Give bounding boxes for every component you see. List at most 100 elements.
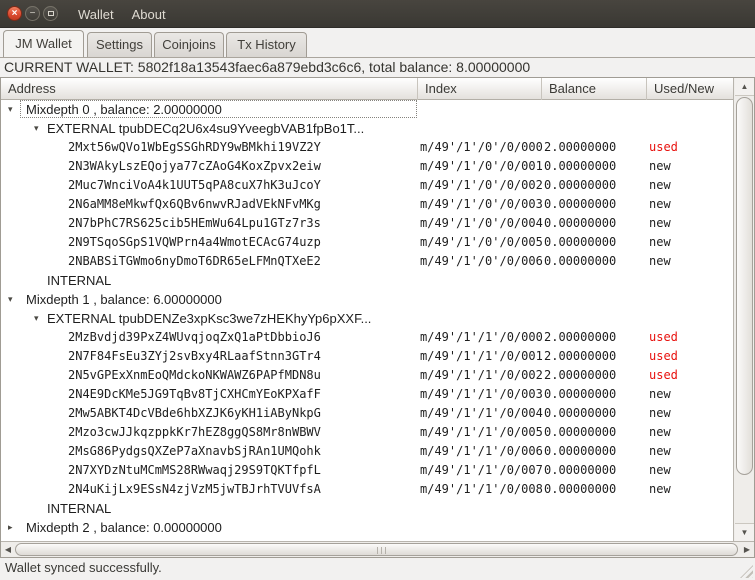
tree-row[interactable]: 2Muc7WnciVoA4k1UUT5qPA8cuX7hK3uJcoY m/49'…: [1, 176, 733, 195]
status-cell: used: [649, 140, 678, 154]
close-icon[interactable]: ×: [7, 6, 22, 21]
address-cell: 2N7bPhC7RS625cib5HEmWu64Lpu1GTz7r3s: [68, 216, 321, 230]
tree-body: ▾ Mixdepth 0 , balance: 2.00000000 ▾ EXTERN…: [1, 100, 733, 541]
index-cell: m/49'/1'/1'/0/004: [420, 406, 543, 420]
tree-row[interactable]: 2N3WAkyLszEQojya77cZAoG4KoxZpvx2eiw m/49'…: [1, 157, 733, 176]
status-cell: new: [649, 159, 671, 173]
tree-row[interactable]: INTERNAL: [1, 499, 733, 518]
vertical-scrollbar-thumb[interactable]: [736, 97, 753, 475]
address-cell: 2Mzo3cwJJkqzppkKr7hEZ8ggQS8Mr8nWBWV: [68, 425, 321, 439]
index-cell: m/49'/1'/1'/0/000: [420, 330, 543, 344]
index-cell: m/49'/1'/1'/0/006: [420, 444, 543, 458]
balance-cell: 2.00000000: [544, 330, 617, 344]
minimize-icon[interactable]: −: [25, 6, 40, 21]
tree-row[interactable]: INTERNAL: [1, 271, 733, 290]
address-cell: 2MzBvdjd39PxZ4WUvqjoqZxQ1aPtDbbioJ6: [68, 330, 321, 344]
address-cell: 2N6aMM8eMkwfQx6QBv6nwvRJadVEkNFvMKg: [68, 197, 321, 211]
tab-coinjoins[interactable]: Coinjoins: [154, 32, 224, 57]
status-cell: new: [649, 444, 671, 458]
address-cell: 2NBABSiTGWmo6nyDmoT6DR65eLFMnQTXeE2: [68, 254, 321, 268]
horizontal-scrollbar-thumb[interactable]: [15, 543, 738, 556]
tree-row[interactable]: 2Mzo3cwJJkqzppkKr7hEZ8ggQS8Mr8nWBWV m/49'…: [1, 423, 733, 442]
balance-cell: 0.00000000: [544, 178, 617, 192]
close-glyph: ×: [11, 7, 18, 19]
index-cell: m/49'/1'/1'/0/005: [420, 425, 543, 439]
status-cell: [649, 499, 733, 518]
column-header-used-new[interactable]: Used/New: [647, 78, 734, 100]
tree-row[interactable]: 2N7F84FsEu3ZYj2svBxy4RLaafStnn3GTr4 m/49'…: [1, 347, 733, 366]
balance-cell: [544, 518, 647, 537]
menu-wallet[interactable]: Wallet: [78, 7, 114, 22]
tree-row[interactable]: ▾ Mixdepth 1 , balance: 6.00000000: [1, 290, 733, 309]
balance-cell: 0.00000000: [544, 425, 617, 439]
index-cell: m/49'/1'/1'/0/001: [420, 349, 543, 363]
minimize-glyph: −: [29, 7, 36, 19]
tree-row[interactable]: ▾ EXTERNAL tpubDECq2U6x4su9YveegbVAB1fpBo…: [1, 119, 733, 138]
tree-row[interactable]: 2N6aMM8eMkwfQx6QBv6nwvRJadVEkNFvMKg m/49'…: [1, 195, 733, 214]
maximize-icon[interactable]: [43, 6, 58, 21]
balance-cell: 2.00000000: [544, 140, 617, 154]
scroll-right-icon[interactable]: ▶: [740, 543, 754, 557]
index-cell: m/49'/1'/0'/0/005: [420, 235, 543, 249]
scroll-left-icon[interactable]: ◀: [1, 543, 15, 557]
address-cell: 2MsG86PydgsQXZeP7aXnavbSjRAn1UMQohk: [68, 444, 321, 458]
tree-row[interactable]: 2MzBvdjd39PxZ4WUvqjoqZxQ1aPtDbbioJ6 m/49'…: [1, 328, 733, 347]
index-cell: m/49'/1'/0'/0/001: [420, 159, 543, 173]
status-cell: new: [649, 235, 671, 249]
status-cell: [649, 518, 733, 537]
tab-jm-wallet[interactable]: JM Wallet: [3, 30, 84, 57]
tree-row[interactable]: ▾ EXTERNAL tpubDENZe3xpKsc3we7zHEKhyYp6pX…: [1, 309, 733, 328]
balance-cell: [544, 499, 647, 518]
scrollbar-grip: [376, 547, 388, 554]
vertical-scrollbar[interactable]: ▲ ▼: [733, 78, 754, 541]
tree-row[interactable]: ▸ Mixdepth 2 , balance: 0.00000000: [1, 518, 733, 537]
status-cell: [649, 290, 733, 309]
address-cell: EXTERNAL tpubDENZe3xpKsc3we7zHEKhyYp6pXX…: [47, 311, 372, 326]
balance-cell: 0.00000000: [544, 463, 617, 477]
resize-grip-icon[interactable]: [740, 565, 753, 578]
balance-cell: [544, 271, 647, 290]
status-cell: new: [649, 387, 671, 401]
column-header-balance[interactable]: Balance: [542, 78, 647, 100]
scroll-up-icon[interactable]: ▲: [735, 78, 754, 96]
address-cell: 2N7XYDzNtuMCmMS28RWwaqj29S9TQKTfpfL: [68, 463, 321, 477]
address-cell: 2Mxt56wQVo1WbEgSSGhRDY9wBMkhi19VZ2Y: [68, 140, 321, 154]
tree-row[interactable]: 2N9TSqoSGpS1VQWPrn4a4WmotECAcG74uzp m/49'…: [1, 233, 733, 252]
horizontal-scrollbar[interactable]: ◀ ▶: [1, 541, 754, 557]
maximize-glyph: [47, 11, 54, 16]
menu-about[interactable]: About: [132, 7, 166, 22]
wallet-tree: Address Index Balance Used/New ▾ Mixdepth…: [0, 77, 755, 558]
balance-cell: 0.00000000: [544, 197, 617, 211]
index-cell: m/49'/1'/0'/0/000: [420, 140, 543, 154]
tree-row[interactable]: 2Mw5ABKT4DcVBde6hbXZJK6yKH1iAByNkpG m/49'…: [1, 404, 733, 423]
address-cell: 2N3WAkyLszEQojya77cZAoG4KoxZpvx2eiw: [68, 159, 321, 173]
index-cell: m/49'/1'/0'/0/003: [420, 197, 543, 211]
balance-cell: 0.00000000: [544, 159, 617, 173]
tab-settings[interactable]: Settings: [87, 32, 152, 57]
balance-cell: 2.00000000: [544, 368, 617, 382]
tree-row[interactable]: 2N5vGPExXnmEoQMdckoNKWAWZ6PAPfMDN8u m/49'…: [1, 366, 733, 385]
tab-tx-history[interactable]: Tx History: [226, 32, 307, 57]
status-cell: new: [649, 254, 671, 268]
index-cell: [420, 290, 544, 309]
tree-row[interactable]: 2N7XYDzNtuMCmMS28RWwaqj29S9TQKTfpfL m/49'…: [1, 461, 733, 480]
tree-row[interactable]: 2Mxt56wQVo1WbEgSSGhRDY9wBMkhi19VZ2Y m/49'…: [1, 138, 733, 157]
balance-cell: 0.00000000: [544, 254, 617, 268]
address-cell: 2Muc7WnciVoA4k1UUT5qPA8cuX7hK3uJcoY: [68, 178, 321, 192]
index-cell: m/49'/1'/1'/0/002: [420, 368, 543, 382]
tree-row[interactable]: 2N7bPhC7RS625cib5HEmWu64Lpu1GTz7r3s m/49'…: [1, 214, 733, 233]
address-cell: 2N4uKijLx9ESsN4zjVzM5jwTBJrhTVUVfsA: [68, 482, 321, 496]
titlebar: × − Wallet About: [0, 0, 755, 28]
current-wallet-label: CURRENT WALLET: 5802f18a13543faec6a879eb…: [4, 59, 531, 75]
column-header-index[interactable]: Index: [418, 78, 542, 100]
tree-row[interactable]: 2N4uKijLx9ESsN4zjVzM5jwTBJrhTVUVfsA m/49'…: [1, 480, 733, 499]
tree-row[interactable]: 2MsG86PydgsQXZeP7aXnavbSjRAn1UMQohk m/49'…: [1, 442, 733, 461]
status-cell: new: [649, 425, 671, 439]
tree-row[interactable]: 2N4E9DcKMe5JG9TqBv8TjCXHCmYEoKPXafF m/49'…: [1, 385, 733, 404]
status-cell: used: [649, 368, 678, 382]
tree-row[interactable]: ▾ Mixdepth 0 , balance: 2.00000000: [1, 100, 733, 119]
tree-row[interactable]: 2NBABSiTGWmo6nyDmoT6DR65eLFMnQTXeE2 m/49'…: [1, 252, 733, 271]
column-header-address[interactable]: Address: [1, 78, 418, 100]
scroll-down-icon[interactable]: ▼: [735, 523, 754, 541]
balance-cell: [544, 119, 647, 138]
